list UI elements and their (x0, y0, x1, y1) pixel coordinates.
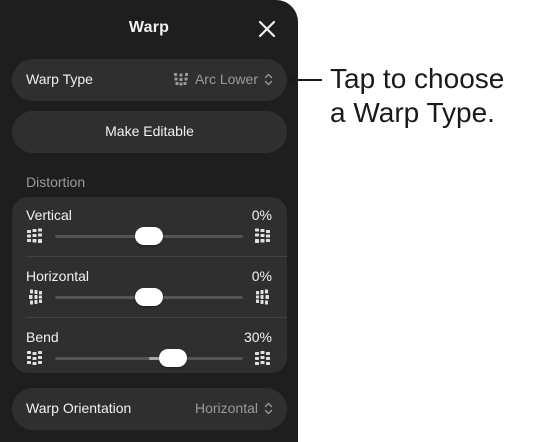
vertical-slider-label: Vertical (26, 207, 72, 223)
warp-type-value-group: Arc Lower (173, 71, 273, 87)
warp-type-label: Warp Type (26, 71, 93, 87)
bend-slider-track[interactable] (55, 357, 243, 360)
panel-title: Warp (128, 19, 170, 36)
horizontal-slider-label: Horizontal (26, 268, 90, 284)
warp-orientation-value-group: Horizontal (195, 400, 273, 416)
bend-min-icon (27, 351, 42, 365)
horizontal-min-icon (29, 289, 42, 305)
horizontal-slider-value: 0% (251, 268, 272, 284)
bend-max-icon (255, 351, 270, 365)
callout-line-2: a Warp Type. (330, 97, 495, 128)
bend-slider-label: Bend (26, 329, 59, 345)
bend-slider-value: 30% (243, 329, 272, 345)
callout-line-1: Tap to choose (330, 63, 505, 94)
distortion-section-label: Distortion (26, 174, 86, 190)
bend-slider-thumb[interactable] (159, 349, 187, 367)
vertical-max-icon (255, 228, 270, 243)
warp-arc-icon (173, 73, 188, 86)
vertical-slider-thumb[interactable] (135, 227, 163, 245)
close-icon (258, 20, 276, 38)
warp-orientation-row[interactable]: Warp Orientation Horizontal (12, 388, 287, 430)
make-editable-label: Make Editable (105, 123, 194, 139)
distortion-group: Vertical 0% Horizontal 0% Bend 30% (12, 197, 287, 373)
horizontal-max-icon (256, 289, 269, 305)
make-editable-button[interactable]: Make Editable (12, 111, 287, 153)
warp-orientation-label: Warp Orientation (26, 400, 132, 416)
vertical-min-icon (27, 228, 42, 243)
warp-orientation-value: Horizontal (194, 400, 258, 416)
horizontal-slider-thumb[interactable] (135, 288, 163, 306)
warp-type-value: Arc Lower (194, 71, 258, 87)
close-button[interactable] (256, 18, 278, 40)
warp-type-row[interactable]: Warp Type Arc Lower (12, 59, 287, 101)
callout-text: Tap to choose a Warp Type. (330, 62, 504, 130)
vertical-slider-value: 0% (251, 207, 272, 223)
chevron-up-down-icon (264, 73, 273, 85)
warp-panel: Warp Warp Type Arc Lower Make Editable D… (0, 0, 298, 442)
callout-line (288, 79, 322, 81)
separator (26, 317, 287, 318)
separator (26, 256, 287, 257)
chevron-up-down-icon (264, 402, 273, 414)
